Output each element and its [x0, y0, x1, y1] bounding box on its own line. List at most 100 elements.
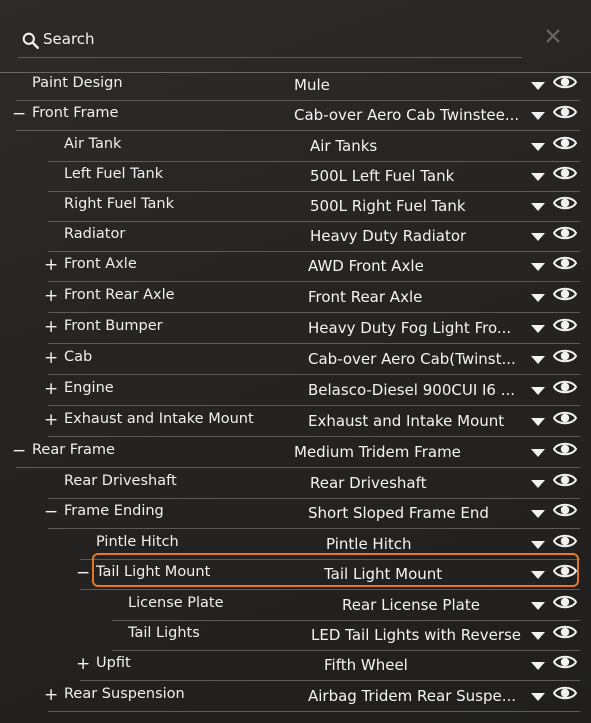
row-separator [48, 528, 580, 529]
caret-down-icon[interactable] [531, 294, 545, 302]
caret-down-icon[interactable] [531, 632, 545, 640]
eye-icon[interactable] [553, 653, 577, 671]
part-dropdown-value[interactable]: Medium Tridem Frame [294, 443, 461, 461]
eye-icon[interactable] [553, 316, 577, 334]
row-separator [16, 130, 580, 131]
caret-down-icon[interactable] [531, 693, 545, 701]
eye-icon[interactable] [553, 134, 577, 152]
part-dropdown-value[interactable]: Rear Driveshaft [310, 474, 427, 492]
caret-down-icon[interactable] [531, 325, 545, 333]
tree-row[interactable]: − Rear Frame Medium Tridem Frame [0, 439, 591, 469]
tree-row[interactable]: License Plate Rear License Plate [0, 592, 591, 622]
expand-icon[interactable]: + [44, 348, 58, 368]
part-dropdown-value[interactable]: 500L Left Fuel Tank [310, 167, 454, 185]
eye-icon[interactable] [553, 378, 577, 396]
caret-down-icon[interactable] [531, 387, 545, 395]
tree-row[interactable]: + Front Rear Axle Front Rear Axle [0, 284, 591, 314]
tree-row[interactable]: + Front Bumper Heavy Duty Fog Light Fro... [0, 315, 591, 345]
collapse-icon[interactable]: − [12, 104, 26, 124]
row-separator [48, 711, 580, 712]
caret-down-icon[interactable] [531, 203, 545, 211]
collapse-icon[interactable]: − [44, 502, 58, 522]
tree-row[interactable]: − Front Frame Cab-over Aero Cab Twinstee..… [0, 102, 591, 132]
tree-row[interactable]: Air Tank Air Tanks [0, 133, 591, 163]
tree-row[interactable]: + Engine Belasco-Diesel 900CUI I6 ... [0, 377, 591, 407]
tree-row[interactable]: − Frame Ending Short Sloped Frame End [0, 500, 591, 530]
part-dropdown-value[interactable]: 500L Right Fuel Tank [310, 197, 466, 215]
expand-icon[interactable]: + [44, 317, 58, 337]
eye-icon[interactable] [553, 532, 577, 550]
eye-icon[interactable] [553, 684, 577, 702]
tree-row[interactable]: + Rear Suspension Airbag Tridem Rear Suspe… [0, 683, 591, 713]
caret-down-icon[interactable] [531, 602, 545, 610]
part-dropdown-value[interactable]: Exhaust and Intake Mount [308, 412, 504, 430]
part-dropdown-value[interactable]: Heavy Duty Radiator [310, 227, 466, 245]
caret-down-icon[interactable] [531, 233, 545, 241]
tree-row[interactable]: Right Fuel Tank 500L Right Fuel Tank [0, 193, 591, 223]
part-dropdown-value[interactable]: Cab-over Aero Cab Twinstee... [294, 106, 519, 124]
tree-row[interactable]: Paint Design Mule [0, 72, 591, 102]
part-dropdown-value[interactable]: Short Sloped Frame End [308, 504, 489, 522]
caret-down-icon[interactable] [531, 480, 545, 488]
tree-row[interactable]: Left Fuel Tank 500L Left Fuel Tank [0, 163, 591, 193]
expand-icon[interactable]: + [76, 654, 90, 674]
eye-icon[interactable] [553, 471, 577, 489]
caret-down-icon[interactable] [531, 510, 545, 518]
part-dropdown-value[interactable]: Fifth Wheel [324, 656, 408, 674]
eye-icon[interactable] [553, 440, 577, 458]
eye-icon[interactable] [553, 224, 577, 242]
collapse-icon[interactable]: − [12, 441, 26, 461]
tree-row[interactable]: Radiator Heavy Duty Radiator [0, 223, 591, 253]
part-dropdown-value[interactable]: LED Tail Lights with Reverse [311, 626, 521, 644]
row-label: License Plate [128, 595, 224, 611]
row-label: Right Fuel Tank [64, 196, 175, 212]
eye-icon[interactable] [553, 623, 577, 641]
row-label: Paint Design [32, 75, 123, 91]
part-dropdown-value[interactable]: Belasco-Diesel 900CUI I6 ... [308, 381, 515, 399]
part-dropdown-value[interactable]: Front Rear Axle [308, 288, 422, 306]
eye-icon[interactable] [553, 164, 577, 182]
selected-row-highlight [92, 553, 579, 587]
tree-row[interactable]: + Front Axle AWD Front Axle [0, 253, 591, 283]
caret-down-icon[interactable] [531, 449, 545, 457]
caret-down-icon[interactable] [531, 173, 545, 181]
collapse-icon[interactable]: − [76, 563, 90, 583]
eye-icon[interactable] [553, 73, 577, 91]
caret-down-icon[interactable] [531, 541, 545, 549]
part-dropdown-value[interactable]: Pintle Hitch [326, 535, 412, 553]
row-label: Frame Ending [64, 503, 164, 519]
caret-down-icon[interactable] [531, 112, 545, 120]
part-dropdown-value[interactable]: AWD Front Axle [308, 257, 424, 275]
part-dropdown-value[interactable]: Air Tanks [310, 137, 377, 155]
tree-row[interactable]: + Upfit Fifth Wheel [0, 652, 591, 682]
tree-row[interactable]: + Exhaust and Intake Mount Exhaust and Int… [0, 408, 591, 438]
part-dropdown-value[interactable]: Heavy Duty Fog Light Fro... [308, 319, 511, 337]
caret-down-icon[interactable] [531, 82, 545, 90]
caret-down-icon[interactable] [531, 662, 545, 670]
part-dropdown-value[interactable]: Mule [294, 76, 330, 94]
part-dropdown-value[interactable]: Cab-over Aero Cab(Twinst... [308, 350, 516, 368]
caret-down-icon[interactable] [531, 143, 545, 151]
row-separator [48, 161, 580, 162]
tree-row[interactable]: + Cab Cab-over Aero Cab(Twinst... [0, 346, 591, 376]
tree-row[interactable]: Rear Driveshaft Rear Driveshaft [0, 470, 591, 500]
eye-icon[interactable] [553, 103, 577, 121]
expand-icon[interactable]: + [44, 685, 58, 705]
eye-icon[interactable] [553, 254, 577, 272]
part-dropdown-value[interactable]: Rear License Plate [342, 596, 480, 614]
part-dropdown-value[interactable]: Airbag Tridem Rear Suspe... [308, 687, 516, 705]
caret-down-icon[interactable] [531, 263, 545, 271]
eye-icon[interactable] [553, 501, 577, 519]
eye-icon[interactable] [553, 194, 577, 212]
eye-icon[interactable] [553, 593, 577, 611]
eye-icon[interactable] [553, 347, 577, 365]
expand-icon[interactable]: + [44, 379, 58, 399]
eye-icon[interactable] [553, 409, 577, 427]
eye-icon[interactable] [553, 285, 577, 303]
expand-icon[interactable]: + [44, 410, 58, 430]
caret-down-icon[interactable] [531, 356, 545, 364]
expand-icon[interactable]: + [44, 286, 58, 306]
tree-row[interactable]: Tail Lights LED Tail Lights with Reverse [0, 622, 591, 652]
expand-icon[interactable]: + [44, 255, 58, 275]
caret-down-icon[interactable] [531, 418, 545, 426]
